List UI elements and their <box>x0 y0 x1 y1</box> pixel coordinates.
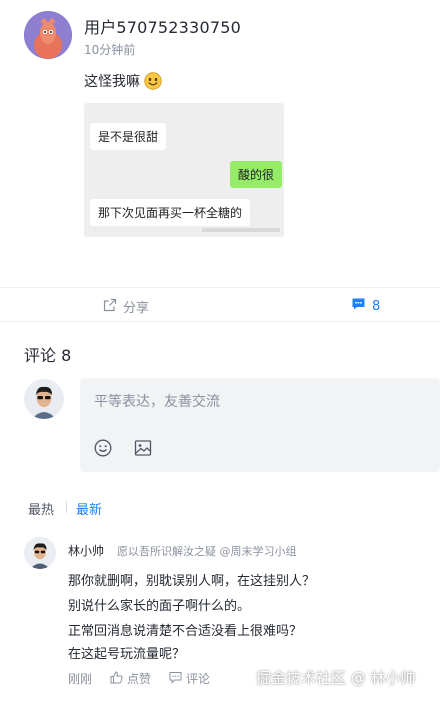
comment-time: 刚刚 <box>68 672 93 686</box>
post-text: 这怪我嘛 <box>84 74 140 90</box>
share-label: 分享 <box>123 301 150 316</box>
reply-comment-icon <box>169 671 182 687</box>
image-watermark-mark <box>202 228 280 232</box>
chat-bubble-2: 酸的很 <box>230 161 283 188</box>
sort-hottest-tab[interactable]: 最热 <box>28 499 54 518</box>
chat-bubble-3: 那下次见面再买一杯全糖的 <box>90 199 251 226</box>
smile-emoji-icon <box>144 72 162 90</box>
comment-line: 正常回消息说清楚不合适没看上很难吗？ <box>68 624 303 639</box>
post-time: 10分钟前 <box>84 43 136 57</box>
share-button[interactable]: 分享 <box>103 297 149 316</box>
emoji-picker-icon[interactable] <box>94 439 112 457</box>
comments-title: 评论 8 <box>24 346 72 365</box>
share-icon <box>103 298 117 316</box>
current-user-avatar <box>24 379 64 419</box>
insert-image-icon[interactable] <box>134 439 152 457</box>
divider <box>0 321 440 322</box>
sort-divider <box>66 501 67 513</box>
like-label: 点赞 <box>127 672 152 686</box>
site-watermark: 掘金技术社区 @ 林小帅 <box>256 669 416 687</box>
reply-label: 评论 <box>186 672 211 686</box>
comment-line: 那你就删啊，别耽误别人啊，在这挂别人？ <box>68 574 316 589</box>
comment-icon <box>351 297 366 315</box>
sort-hottest-label: 热 <box>41 503 55 518</box>
comment-author-name[interactable]: 林小帅 <box>68 542 104 559</box>
comment-line: 别说什么家长的面子啊什么的。 <box>68 599 251 614</box>
chat-bubble-1: 是不是很甜 <box>90 123 167 150</box>
sort-hottest-prefix: 最 <box>28 503 42 518</box>
comment-line: 在这起号玩流量呢？ <box>68 647 186 662</box>
comment-author-avatar[interactable] <box>24 537 56 569</box>
comment-author-meta: 愿以吾所识解汝之疑 @周末学习小组 <box>117 545 297 558</box>
post-image[interactable]: 是不是很甜 酸的很 那下次见面再买一杯全糖的 <box>84 103 284 237</box>
sort-newest-tab[interactable]: 最新 <box>76 499 102 518</box>
comment-like-button[interactable]: 点赞 <box>110 670 151 687</box>
post-author-name[interactable]: 用户570752330750 <box>84 14 241 38</box>
divider <box>0 287 440 288</box>
comment-input-placeholder[interactable]: 平等表达，友善交流 <box>94 391 220 411</box>
post-author-avatar[interactable] <box>24 11 72 59</box>
comment-count-button[interactable]: 8 <box>351 297 380 315</box>
comment-reply-button[interactable]: 评论 <box>169 670 210 687</box>
comment-count-label: 8 <box>372 298 381 314</box>
thumbs-up-icon <box>110 670 123 687</box>
